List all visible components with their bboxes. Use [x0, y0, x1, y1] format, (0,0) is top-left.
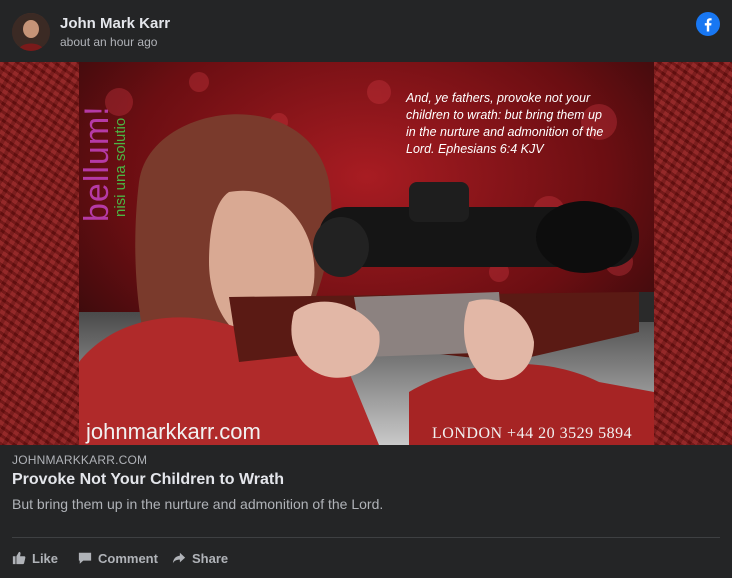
post-timestamp[interactable]: about an hour ago: [60, 35, 157, 49]
post-header: John Mark Karr about an hour ago: [0, 0, 732, 62]
post-card: John Mark Karr about an hour ago bellum!…: [0, 0, 732, 578]
share-button[interactable]: Share: [172, 544, 228, 572]
comment-label: Comment: [98, 550, 158, 566]
link-domain: JOHNMARKKARR.COM: [12, 453, 148, 467]
like-button[interactable]: Like: [12, 544, 58, 572]
share-label: Share: [192, 550, 229, 566]
like-label: Like: [32, 550, 59, 566]
facebook-icon[interactable]: [696, 12, 720, 36]
action-divider: [12, 537, 720, 538]
overlay-domain-watermark: johnmarkkarr.com: [86, 419, 261, 444]
link-description: But bring them up in the nurture and adm…: [12, 496, 384, 512]
texture-panel-right: [654, 62, 732, 445]
texture-panel-left: [0, 62, 79, 445]
link-preview[interactable]: JOHNMARKKARR.COM Provoke Not Your Childr…: [0, 445, 732, 525]
overlay-solutio-text: nisi una solutio: [112, 117, 129, 217]
link-preview-image[interactable]: bellum! nisi una solutio And, ye fathers…: [0, 62, 732, 445]
overlay-verse-text: And, ye fathers, provoke not your childr…: [406, 91, 604, 156]
share-icon: [172, 552, 186, 564]
author-name[interactable]: John Mark Karr: [60, 15, 170, 32]
action-bar: Like Comment Share: [0, 544, 732, 572]
link-title[interactable]: Provoke Not Your Children to Wrath: [12, 471, 284, 489]
overlay-phone-text: LONDON +44 20 3529 5894: [432, 425, 633, 442]
author-avatar[interactable]: [12, 13, 50, 51]
comment-button[interactable]: Comment: [78, 544, 158, 572]
thumbs-up-icon: [12, 551, 26, 565]
comment-icon: [78, 552, 92, 564]
